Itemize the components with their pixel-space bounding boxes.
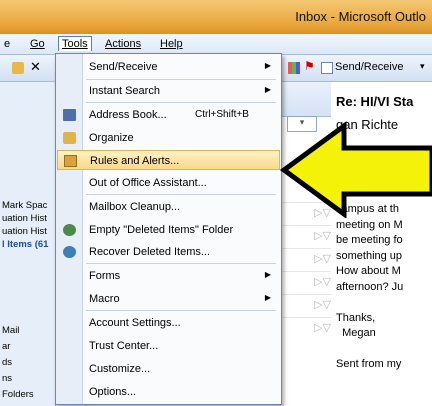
menu-separator <box>86 194 276 195</box>
menu-item-label: Account Settings... <box>89 317 181 329</box>
submenu-arrow-icon: ▶ <box>264 270 271 279</box>
nav-button-tasks[interactable]: ns <box>2 373 12 384</box>
recycle-icon <box>63 224 76 236</box>
menu-separator <box>86 102 276 103</box>
address-book-icon <box>63 109 76 121</box>
message-subject: Re: HI/VI Sta <box>336 94 414 109</box>
menu-edit[interactable]: e <box>4 38 10 50</box>
menu-item-label: Instant Search <box>89 85 160 97</box>
submenu-arrow-icon: ▶ <box>264 61 271 70</box>
menu-item-label: Mailbox Cleanup... <box>89 201 181 213</box>
menu-item-rules-and-alerts[interactable]: Rules and Alerts... <box>57 150 280 170</box>
menu-item-label: Customize... <box>89 363 151 375</box>
menu-separator <box>86 263 276 264</box>
message-body: campus at th meeting on M be meeting fo … <box>336 203 404 370</box>
navigation-pane: Mark Spac uation Hist uation Hist l Item… <box>0 82 55 406</box>
menu-item-shortcut: Ctrl+Shift+B <box>195 109 249 120</box>
menu-help[interactable]: Help <box>160 38 183 50</box>
menu-item-label: Send/Receive <box>89 61 158 73</box>
menu-item-label: Trust Center... <box>89 340 159 352</box>
menu-item-macro[interactable]: Macro ▶ <box>57 289 280 309</box>
menu-item-out-of-office[interactable]: Out of Office Assistant... <box>57 173 280 193</box>
submenu-arrow-icon: ▶ <box>264 85 271 94</box>
menu-item-address-book[interactable]: Address Book... Ctrl+Shift+B <box>57 105 280 125</box>
menu-item-mailbox-cleanup[interactable]: Mailbox Cleanup... <box>57 197 280 217</box>
menu-item-forms[interactable]: Forms ▶ <box>57 266 280 286</box>
menu-item-label: Out of Office Assistant... <box>89 177 207 189</box>
menu-item-label: Recover Deleted Items... <box>89 246 211 258</box>
delete-icon[interactable]: ✕ <box>30 59 41 75</box>
menu-item-label: Macro <box>89 293 120 305</box>
menu-item-account-settings[interactable]: Account Settings... <box>57 313 280 333</box>
menu-go[interactable]: Go <box>30 38 45 50</box>
window-title: Inbox - Microsoft Outlo <box>295 9 426 24</box>
nav-button-mail[interactable]: Mail <box>2 325 19 336</box>
nav-folder[interactable]: uation Hist <box>2 226 47 237</box>
send-receive-icon[interactable] <box>321 62 333 74</box>
rules-icon <box>64 155 77 167</box>
flag-icon[interactable]: ▷▽ <box>314 321 331 334</box>
organize-icon <box>63 132 76 144</box>
menu-item-customize[interactable]: Customize... <box>57 359 280 379</box>
menu-item-label: Options... <box>89 386 137 398</box>
title-bar: Inbox - Microsoft Outlo <box>0 0 432 34</box>
menu-actions[interactable]: Actions <box>105 38 141 50</box>
print-icon[interactable] <box>12 62 24 74</box>
flag-icon[interactable]: ▷▽ <box>314 298 331 311</box>
recover-icon <box>63 246 76 258</box>
categorize-icon[interactable] <box>288 62 300 74</box>
menu-item-options[interactable]: Options... <box>57 382 280 402</box>
nav-folder[interactable]: l Items (61 <box>2 239 48 250</box>
flag-icon[interactable]: ▷▽ <box>314 252 331 265</box>
menu-item-send-receive[interactable]: Send/Receive ▶ <box>57 57 280 77</box>
tools-menu: Send/Receive ▶ Instant Search ▶ Address … <box>55 53 282 405</box>
menu-item-instant-search[interactable]: Instant Search ▶ <box>57 81 280 101</box>
menu-item-label: Organize <box>89 132 134 144</box>
menu-item-label: Address Book... <box>89 109 167 121</box>
menu-item-label: Empty "Deleted Items" Folder <box>89 224 234 236</box>
menu-bar: e Go Tools Actions Help <box>0 34 432 55</box>
menu-separator <box>86 79 276 80</box>
submenu-arrow-icon: ▶ <box>264 293 271 302</box>
nav-button-calendar[interactable]: ar <box>2 341 10 352</box>
menu-item-trust-center[interactable]: Trust Center... <box>57 336 280 356</box>
nav-button-folders[interactable]: Folders <box>2 389 34 400</box>
menu-item-label: Rules and Alerts... <box>90 155 180 167</box>
nav-button-contacts[interactable]: ds <box>2 357 12 368</box>
flag-icon[interactable]: ▷▽ <box>314 275 331 288</box>
flag-icon[interactable]: ▷▽ <box>314 229 331 242</box>
menu-tools[interactable]: Tools <box>58 36 92 51</box>
menu-item-organize[interactable]: Organize <box>57 128 280 148</box>
pointer-arrow-annotation <box>280 121 432 218</box>
nav-folder[interactable]: Mark Spac <box>2 200 47 211</box>
menu-separator <box>86 310 276 311</box>
send-receive-button[interactable]: Send/Receive <box>335 61 404 73</box>
menu-item-empty-deleted-items[interactable]: Empty "Deleted Items" Folder <box>57 220 280 240</box>
nav-folder[interactable]: uation Hist <box>2 213 47 224</box>
send-receive-dropdown[interactable]: ▾ <box>420 61 425 72</box>
menu-item-label: Forms <box>89 270 121 282</box>
flag-icon[interactable]: ⚑ <box>304 59 315 73</box>
menu-item-recover-deleted-items[interactable]: Recover Deleted Items... <box>57 242 280 262</box>
